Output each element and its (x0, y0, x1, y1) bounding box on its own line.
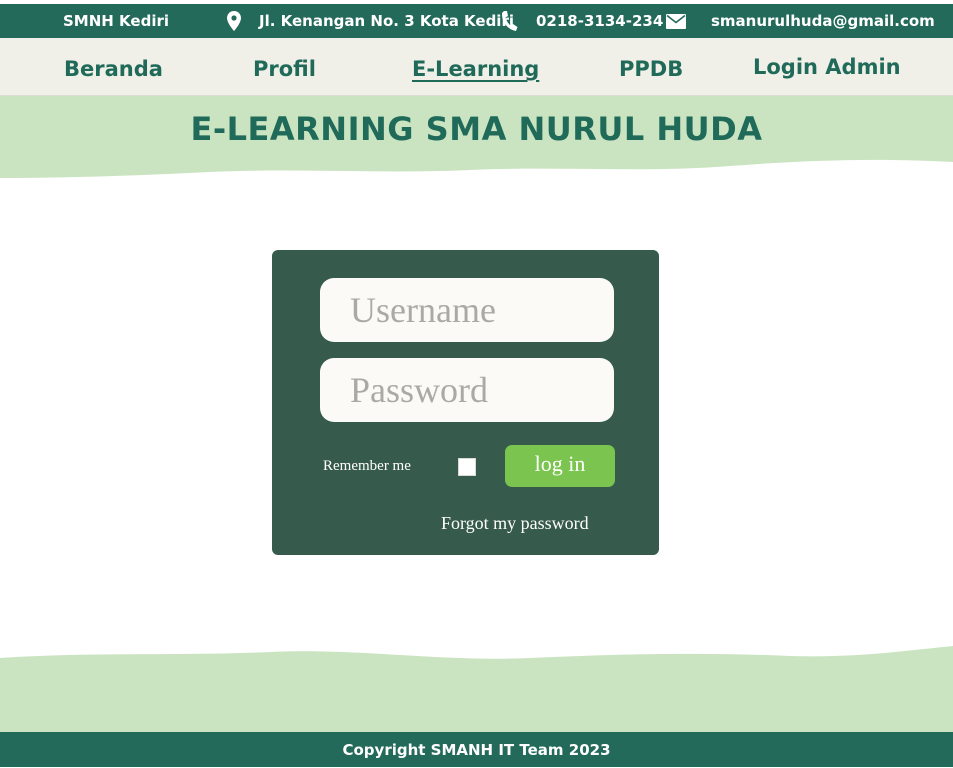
login-button[interactable]: log in (505, 445, 615, 487)
hero-banner: E-LEARNING SMA NURUL HUDA (0, 96, 953, 186)
nav-item-login-admin[interactable]: Login Admin (753, 38, 901, 96)
email-text: smanurulhuda@gmail.com (711, 12, 935, 30)
remember-me-label: Remember me (323, 458, 411, 474)
username-input[interactable] (320, 278, 614, 342)
phone-text: 0218-3134-234 (536, 12, 664, 30)
top-info-bar: SMNH Kediri Jl. Kenangan No. 3 Kota Kedi… (0, 4, 953, 38)
main-nav: Beranda Profil E-Learning PPDB Login Adm… (0, 38, 953, 96)
footer: Copyright SMANH IT Team 2023 (0, 732, 953, 767)
nav-item-ppdb[interactable]: PPDB (619, 40, 683, 98)
phone-icon (500, 4, 518, 38)
copyright-text: Copyright SMANH IT Team 2023 (342, 740, 611, 759)
nav-item-profil[interactable]: Profil (253, 40, 316, 98)
password-input[interactable] (320, 358, 614, 422)
footer-wave-shape (0, 646, 953, 733)
login-card: Remember me log in Forgot my password (272, 250, 659, 555)
remember-me-checkbox[interactable] (458, 458, 476, 476)
nav-item-e-learning[interactable]: E-Learning (412, 40, 539, 98)
mail-icon (666, 4, 686, 38)
page-title: E-LEARNING SMA NURUL HUDA (190, 110, 763, 148)
map-pin-icon (226, 4, 242, 38)
school-name: SMNH Kediri (63, 12, 170, 30)
nav-item-beranda[interactable]: Beranda (64, 40, 163, 98)
address-text: Jl. Kenangan No. 3 Kota Kediri (259, 12, 514, 30)
forgot-password-link[interactable]: Forgot my password (441, 513, 589, 534)
